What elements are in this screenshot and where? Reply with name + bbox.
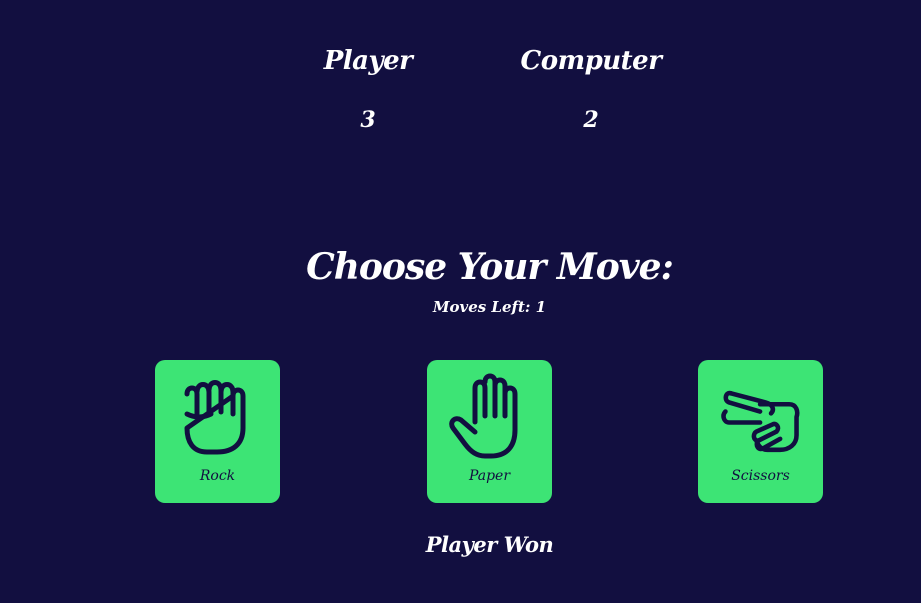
computer-label: Computer xyxy=(520,46,662,76)
victory-hand-icon xyxy=(721,390,800,453)
rock-button[interactable]: Rock xyxy=(155,360,280,503)
fist-icon xyxy=(184,380,246,455)
open-hand-icon xyxy=(449,373,518,459)
scissors-label: Scissors xyxy=(731,468,790,484)
paper-label: Paper xyxy=(468,468,511,484)
player-score-column: Player 3 xyxy=(268,44,468,134)
round-result: Player Won xyxy=(425,532,554,557)
choose-move-heading: Choose Your Move: xyxy=(306,246,674,288)
player-label: Player xyxy=(323,46,413,76)
moves-left-counter: Moves Left: 1 xyxy=(432,298,547,316)
paper-button[interactable]: Paper xyxy=(427,360,552,503)
scissors-button[interactable]: Scissors xyxy=(698,360,823,503)
computer-score: 2 xyxy=(583,107,599,133)
player-score: 3 xyxy=(360,107,376,133)
computer-score-column: Computer 2 xyxy=(491,44,691,134)
rock-label: Rock xyxy=(199,468,236,484)
